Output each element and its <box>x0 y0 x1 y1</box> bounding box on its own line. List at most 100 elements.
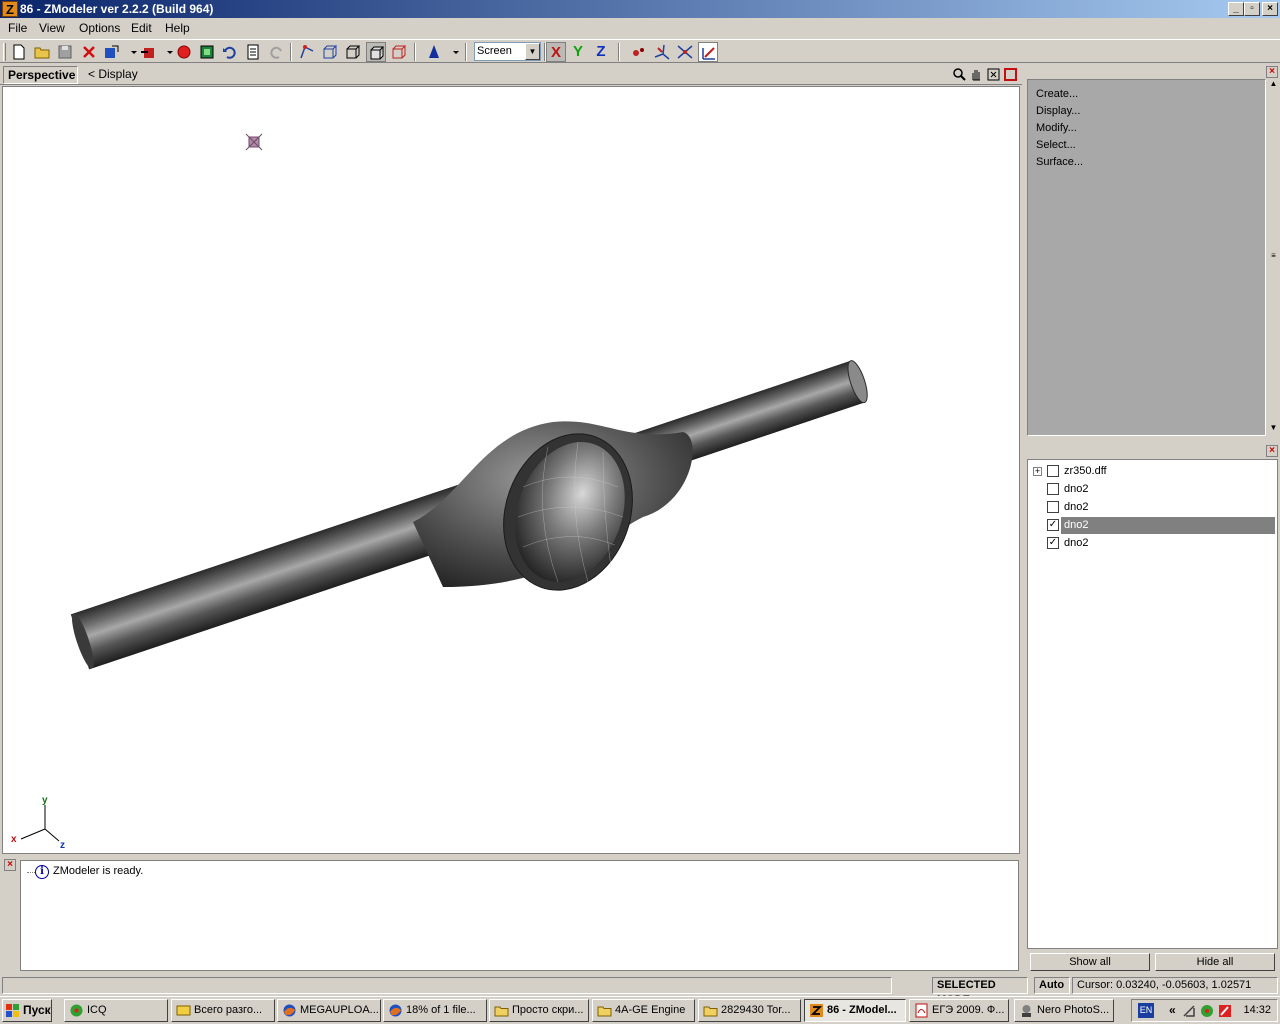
commands-close-icon[interactable]: × <box>1266 66 1278 78</box>
clock[interactable]: 14:32 <box>1243 1004 1271 1016</box>
pivot-dropdown-icon[interactable] <box>446 42 459 62</box>
scale-icon[interactable] <box>698 42 718 62</box>
task-folder-screenshots[interactable]: Просто скри... <box>489 999 589 1022</box>
menu-help[interactable]: Help <box>165 21 190 35</box>
log-close-icon[interactable]: × <box>4 859 16 871</box>
task-folder-torrent[interactable]: 2829430 Tor... <box>698 999 801 1022</box>
export-icon[interactable] <box>138 42 158 62</box>
task-zmodeler[interactable]: 86 - ZModel... <box>804 999 906 1022</box>
scroll-down-icon[interactable]: ▼ <box>1268 423 1279 432</box>
undo-icon[interactable] <box>220 42 240 62</box>
model-render[interactable]: y x z <box>3 87 1020 854</box>
menu-edit[interactable]: Edit <box>131 21 152 35</box>
tree-item-dno2[interactable]: ✓ dno2 <box>1028 535 1277 552</box>
scroll-thumb[interactable]: ≡ <box>1268 251 1279 260</box>
tree-item-dno2[interactable]: dno2 <box>1028 481 1277 498</box>
antivirus-icon[interactable] <box>1218 1004 1232 1018</box>
command-modify[interactable]: Modify... <box>1036 122 1077 134</box>
frame-mode-icon[interactable] <box>366 42 386 62</box>
icq-tray-icon[interactable] <box>1200 1004 1214 1018</box>
visibility-checkbox[interactable] <box>1047 465 1059 477</box>
pan-hand-icon[interactable] <box>969 67 984 82</box>
box-mode-icon[interactable] <box>320 42 340 62</box>
record-icon[interactable] <box>174 42 194 62</box>
tray-expand-chevron[interactable]: « <box>1169 1003 1176 1017</box>
menu-view[interactable]: View <box>39 21 65 35</box>
fit-view-icon[interactable] <box>986 67 1001 82</box>
command-surface[interactable]: Surface... <box>1036 156 1083 168</box>
open-folder-icon[interactable] <box>32 42 52 62</box>
zoom-icon[interactable] <box>952 67 967 82</box>
object-mode-icon[interactable] <box>343 42 363 62</box>
menu-options[interactable]: Options <box>79 21 120 35</box>
light-marker-icon[interactable] <box>245 133 263 151</box>
texture-icon[interactable] <box>197 42 217 62</box>
firefox-icon <box>389 1004 402 1017</box>
windows-flag-icon <box>6 1004 19 1017</box>
delete-x-icon[interactable] <box>79 42 99 62</box>
maximize-viewport-icon[interactable] <box>1003 67 1018 82</box>
hide-all-button[interactable]: Hide all <box>1155 953 1275 971</box>
export-dropdown-icon[interactable] <box>160 42 173 62</box>
import-icon[interactable] <box>102 42 122 62</box>
redo-icon[interactable] <box>266 42 286 62</box>
task-icq[interactable]: ICQ <box>64 999 168 1022</box>
visibility-checkbox[interactable]: ✓ <box>1047 519 1059 531</box>
tree-item-label: dno2 <box>1062 517 1089 534</box>
task-pdf[interactable]: ЕГЭ 2009. Ф... <box>909 999 1009 1022</box>
notes-icon[interactable] <box>243 42 263 62</box>
task-download[interactable]: 18% of 1 file... <box>383 999 487 1022</box>
coord-system-select[interactable]: Screen ▼ <box>474 42 541 61</box>
tree-item-zr350[interactable]: + zr350.dff <box>1028 463 1277 480</box>
task-folder-engine[interactable]: 4A-GE Engine <box>592 999 695 1022</box>
objects-close-icon[interactable]: × <box>1266 445 1278 457</box>
tree-item-dno2-selected[interactable]: ✓ dno2 <box>1028 517 1277 534</box>
rotate-icon[interactable] <box>675 42 695 62</box>
start-button[interactable]: Пуск <box>2 999 52 1022</box>
command-display[interactable]: Display... <box>1036 105 1080 117</box>
viewport-breadcrumb[interactable]: < Display <box>88 67 138 81</box>
task-chat[interactable]: Всего разго... <box>171 999 275 1022</box>
network-icon[interactable] <box>1182 1004 1196 1018</box>
axis-x-toggle[interactable]: X <box>546 42 566 62</box>
import-dropdown-icon[interactable] <box>124 42 137 62</box>
language-indicator[interactable]: EN <box>1138 1003 1154 1018</box>
chevron-down-icon[interactable]: ▼ <box>525 43 540 60</box>
scroll-up-icon[interactable]: ▲ <box>1268 79 1279 88</box>
pivot-icon[interactable] <box>424 42 444 62</box>
expand-plus-icon[interactable]: + <box>1033 467 1042 476</box>
tree-item-label: dno2 <box>1064 537 1089 549</box>
axis-z-toggle[interactable]: Z <box>591 42 611 62</box>
shaded-mode-icon[interactable] <box>389 42 409 62</box>
commands-panel: × Create... Display... Modify... Select.… <box>1026 65 1280 438</box>
save-icon[interactable] <box>55 42 75 62</box>
command-select[interactable]: Select... <box>1036 139 1076 151</box>
show-all-button[interactable]: Show all <box>1030 953 1150 971</box>
task-megaupload[interactable]: MEGAUPLOA... <box>277 999 381 1022</box>
menu-file[interactable]: File <box>8 21 27 35</box>
visibility-checkbox[interactable] <box>1047 501 1059 513</box>
task-nero[interactable]: Nero PhotoS... <box>1014 999 1114 1022</box>
log-area[interactable]: i ZModeler is ready. <box>20 860 1019 971</box>
log-panel: × i ZModeler is ready. <box>0 857 1022 973</box>
minimize-button[interactable]: _ <box>1228 2 1244 16</box>
vertex-mode-icon[interactable] <box>297 42 317 62</box>
visibility-checkbox[interactable]: ✓ <box>1047 537 1059 549</box>
visibility-checkbox[interactable] <box>1047 483 1059 495</box>
axis-y-toggle[interactable]: Y <box>568 42 588 62</box>
command-create[interactable]: Create... <box>1036 88 1078 100</box>
move-icon[interactable] <box>652 42 672 62</box>
model-shaft-left[interactable] <box>68 481 488 670</box>
close-button[interactable]: × <box>1262 2 1278 16</box>
restore-button[interactable]: ▫ <box>1244 2 1260 16</box>
new-file-icon[interactable] <box>9 42 29 62</box>
flower-icon <box>70 1004 83 1017</box>
tab-perspective[interactable]: Perspective <box>3 66 78 84</box>
zmodeler-app-icon[interactable]: Z <box>2 1 18 17</box>
tree-item-dno2[interactable]: dno2 <box>1028 499 1277 516</box>
toolbar-grip[interactable] <box>3 43 6 61</box>
select-points-icon[interactable] <box>629 42 649 62</box>
commands-scrollbar[interactable]: ▲ ≡ ▼ <box>1268 79 1279 436</box>
perspective-viewport[interactable]: y x z <box>2 86 1020 854</box>
model-housing[interactable] <box>413 416 693 609</box>
